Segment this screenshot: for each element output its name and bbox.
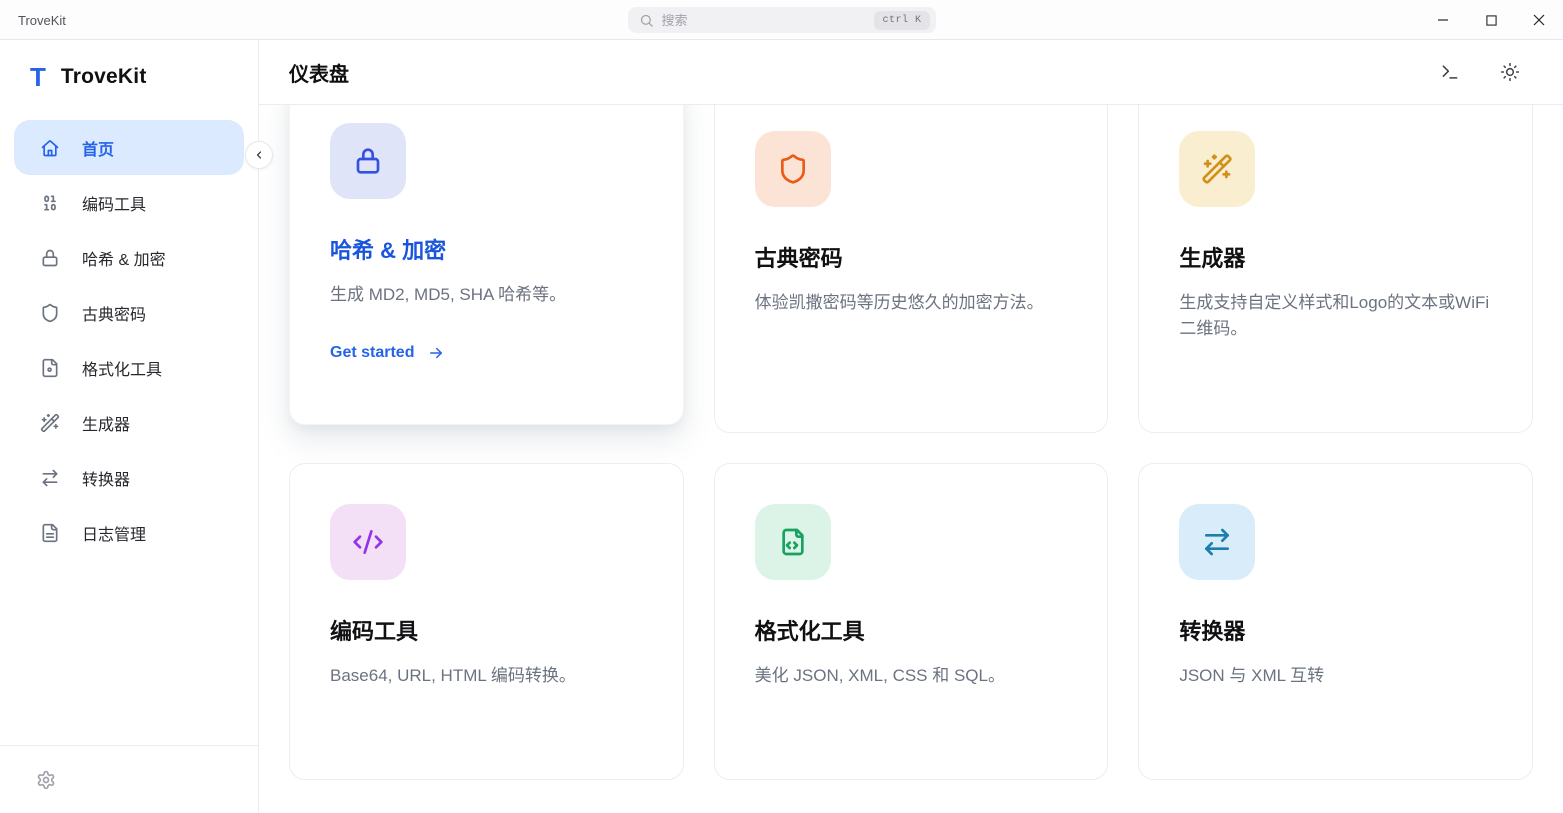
sidebar-nav: 首页 编码工具 哈希 & 加密 古典密码 格式化工具 [0,120,258,560]
sidebar: T TroveKit 首页 编码工具 哈希 & 加密 古典密码 [0,40,259,813]
card-title: 古典密码 [755,241,1068,273]
get-started-label: Get started [330,344,414,362]
app-logo: T TroveKit [0,40,258,90]
card-title: 转换器 [1179,614,1492,646]
home-icon [40,138,60,158]
swap-arrows-icon [1179,504,1255,580]
window-controls [1419,0,1563,40]
sidebar-item-encoding[interactable]: 编码工具 [14,175,244,230]
get-started-link[interactable]: Get started [330,344,643,362]
gear-icon [36,770,56,790]
sidebar-item-label: 格式化工具 [82,356,162,380]
chevron-left-icon [253,149,265,161]
wand-sparkles-icon [1179,131,1255,207]
close-button[interactable] [1515,0,1563,40]
card-formatter[interactable]: 格式化工具 美化 JSON, XML, CSS 和 SQL。 [714,463,1109,780]
card-description: 生成支持自定义样式和Logo的文本或WiFi二维码。 [1179,290,1492,342]
card-description: 体验凯撒密码等历史悠久的加密方法。 [755,290,1068,316]
binary-icon [40,193,60,213]
sidebar-item-generator[interactable]: 生成器 [14,395,244,450]
file-text-icon [40,523,60,543]
logo-mark: T [30,64,46,90]
window-titlebar: TroveKit ctrl K [0,0,1563,40]
main-header: 仪表盘 [259,40,1563,105]
sidebar-item-classical-cipher[interactable]: 古典密码 [14,285,244,340]
close-icon [1533,14,1545,26]
sidebar-item-logs[interactable]: 日志管理 [14,505,244,560]
card-generator[interactable]: 生成器 生成支持自定义样式和Logo的文本或WiFi二维码。 [1138,105,1533,433]
sidebar-item-formatter[interactable]: 格式化工具 [14,340,244,395]
search-icon [639,13,654,28]
card-description: 美化 JSON, XML, CSS 和 SQL。 [755,663,1068,689]
card-title: 生成器 [1179,241,1492,273]
file-icon [40,358,60,378]
card-encoding-tools[interactable]: 编码工具 Base64, URL, HTML 编码转换。 [289,463,684,780]
sidebar-footer [0,745,258,813]
sidebar-item-label: 转换器 [82,466,130,490]
settings-button[interactable] [28,762,64,798]
shield-icon [755,131,831,207]
search-box[interactable]: ctrl K [628,7,936,33]
sidebar-item-label: 哈希 & 加密 [82,246,166,270]
card-title: 哈希 & 加密 [330,233,643,265]
sidebar-item-label: 日志管理 [82,521,146,545]
sidebar-item-home[interactable]: 首页 [14,120,244,175]
card-title: 格式化工具 [755,614,1068,646]
theme-toggle-button[interactable] [1493,55,1527,89]
page-title: 仪表盘 [289,58,349,87]
sidebar-collapse-button[interactable] [245,141,273,169]
terminal-button[interactable] [1433,55,1467,89]
card-title: 编码工具 [330,614,643,646]
minimize-button[interactable] [1419,0,1467,40]
dashboard-content: 哈希 & 加密 生成 MD2, MD5, SHA 哈希等。 Get starte… [259,105,1563,813]
shield-icon [40,303,60,323]
window-title: TroveKit [18,0,66,40]
file-code-icon [755,504,831,580]
sidebar-item-label: 古典密码 [82,301,146,325]
minimize-icon [1437,14,1449,26]
card-hash-encrypt[interactable]: 哈希 & 加密 生成 MD2, MD5, SHA 哈希等。 Get starte… [289,105,684,425]
search-input[interactable] [662,13,875,28]
maximize-icon [1486,15,1497,26]
sidebar-item-label: 编码工具 [82,191,146,215]
lock-icon [330,123,406,199]
lock-icon [40,248,60,268]
search-shortcut-badge: ctrl K [874,11,929,30]
sidebar-item-converter[interactable]: 转换器 [14,450,244,505]
card-classical-cipher[interactable]: 古典密码 体验凯撒密码等历史悠久的加密方法。 [714,105,1109,433]
header-actions [1433,55,1527,89]
swap-arrows-icon [40,468,60,488]
card-description: Base64, URL, HTML 编码转换。 [330,663,643,689]
code-icon [330,504,406,580]
arrow-right-icon [427,344,445,362]
sidebar-item-label: 生成器 [82,411,130,435]
maximize-button[interactable] [1467,0,1515,40]
sidebar-item-hash-encrypt[interactable]: 哈希 & 加密 [14,230,244,285]
logo-title: TroveKit [61,65,147,89]
sidebar-item-label: 首页 [82,136,114,160]
sun-icon [1500,62,1520,82]
wand-sparkles-icon [40,413,60,433]
card-description: 生成 MD2, MD5, SHA 哈希等。 [330,282,643,308]
card-description: JSON 与 XML 互转 [1179,663,1492,689]
card-converter[interactable]: 转换器 JSON 与 XML 互转 [1138,463,1533,780]
terminal-icon [1440,62,1460,82]
tool-card-grid: 哈希 & 加密 生成 MD2, MD5, SHA 哈希等。 Get starte… [289,105,1533,780]
main-area: 仪表盘 哈希 & 加密 生成 MD2, MD5, SHA 哈希等。 Get st… [259,40,1563,813]
